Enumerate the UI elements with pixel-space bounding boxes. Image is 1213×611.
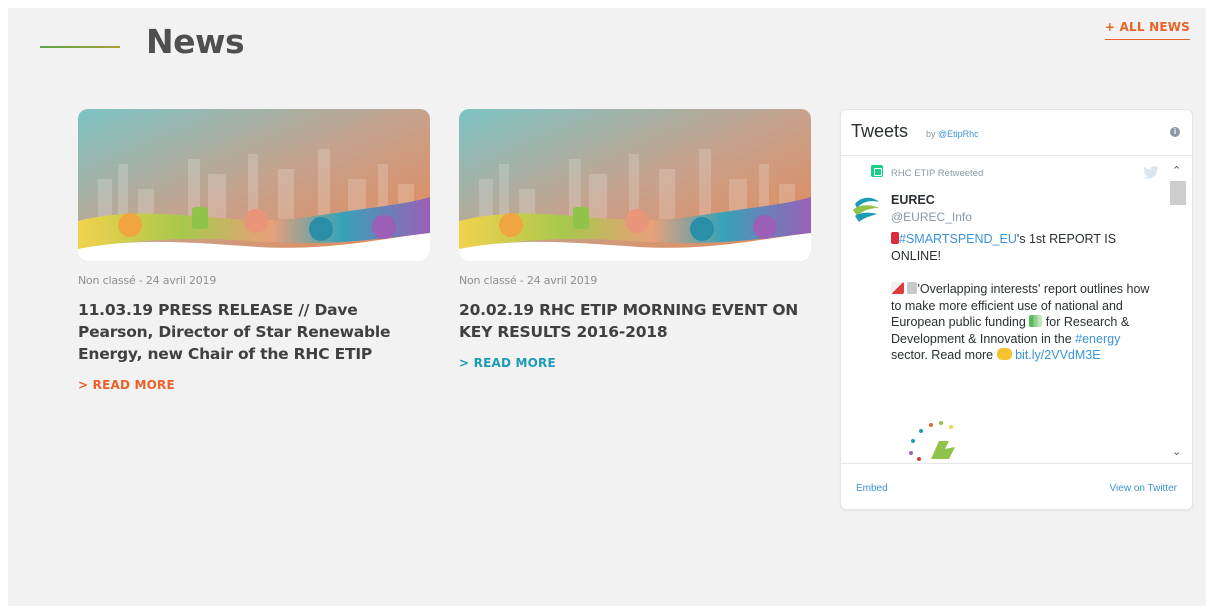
page-title: News <box>146 22 245 61</box>
card-title[interactable]: 20.02.19 RHC ETIP MORNING EVENT ON KEY R… <box>459 299 811 343</box>
avatar[interactable] <box>851 194 881 224</box>
tweet-media-image[interactable] <box>905 417 975 463</box>
card-image[interactable] <box>78 109 430 261</box>
retweet-icon <box>871 165 883 177</box>
news-section: News + ALL NEWS Non classé - 24 avril 20… <box>8 8 1206 606</box>
twitter-timeline-widget: Tweets by @EtipRhc i RHC ETIP Retweeted … <box>840 109 1193 510</box>
tweet-author-handle[interactable]: @EUREC_Info <box>891 210 972 224</box>
pointing-hand-emoji <box>996 348 1012 360</box>
retweeted-label[interactable]: RHC ETIP Retweeted <box>891 168 983 179</box>
card-title[interactable]: 11.03.19 PRESS RELEASE // Dave Pearson, … <box>78 299 430 365</box>
card-meta: Non classé - 24 avril 2019 <box>78 274 217 287</box>
twitter-widget-title: Tweets <box>851 121 909 141</box>
tweet-text-part: sector. Read more <box>891 348 994 362</box>
bars-emoji <box>1029 315 1043 327</box>
tweet-author-name[interactable]: EUREC <box>891 193 935 207</box>
info-icon[interactable]: i <box>1170 127 1180 137</box>
twitter-widget-header: Tweets by @EtipRhc i <box>841 110 1192 156</box>
tweet-link[interactable]: bit.ly/2VVdM3E <box>1015 348 1100 362</box>
scroll-down-icon[interactable]: ⌄ <box>1172 445 1181 458</box>
card-meta: Non classé - 24 avril 2019 <box>459 274 598 287</box>
twitter-bird-icon[interactable] <box>1143 166 1159 179</box>
news-card: Non classé - 24 avril 2019 20.02.19 RHC … <box>459 109 811 372</box>
hashtag-link[interactable]: #SMARTSPEND_EU <box>899 232 1017 246</box>
tweet-text: #SMARTSPEND_EU's 1st REPORT IS ONLINE! '… <box>891 231 1153 364</box>
read-more-link[interactable]: > READ MORE <box>459 356 556 370</box>
header-accent-line <box>40 46 120 48</box>
read-more-link[interactable]: > READ MORE <box>78 378 175 392</box>
megaphone-emoji <box>891 232 899 244</box>
hashtag-link[interactable]: #energy <box>1075 332 1120 346</box>
document-emoji <box>907 282 918 294</box>
twitter-widget-footer: Embed View on Twitter <box>841 463 1192 509</box>
twitter-by-prefix: by <box>926 129 936 139</box>
view-on-twitter-link[interactable]: View on Twitter <box>1110 483 1177 494</box>
all-news-link[interactable]: + ALL NEWS <box>1104 20 1190 40</box>
chart-emoji <box>891 282 904 294</box>
twitter-by-line: by @EtipRhc <box>926 129 979 139</box>
tweet-list[interactable]: RHC ETIP Retweeted EUREC @EUREC_Info #SM… <box>841 157 1192 463</box>
scroll-up-icon[interactable]: ⌃ <box>1172 164 1181 177</box>
twitter-by-handle[interactable]: @EtipRhc <box>938 129 979 139</box>
embed-link[interactable]: Embed <box>856 483 888 494</box>
card-image[interactable] <box>459 109 811 261</box>
tweet-list-scrollbar[interactable]: ⌃ ⌄ <box>1167 157 1189 463</box>
scroll-thumb[interactable] <box>1170 181 1186 205</box>
news-card: Non classé - 24 avril 2019 11.03.19 PRES… <box>78 109 430 394</box>
